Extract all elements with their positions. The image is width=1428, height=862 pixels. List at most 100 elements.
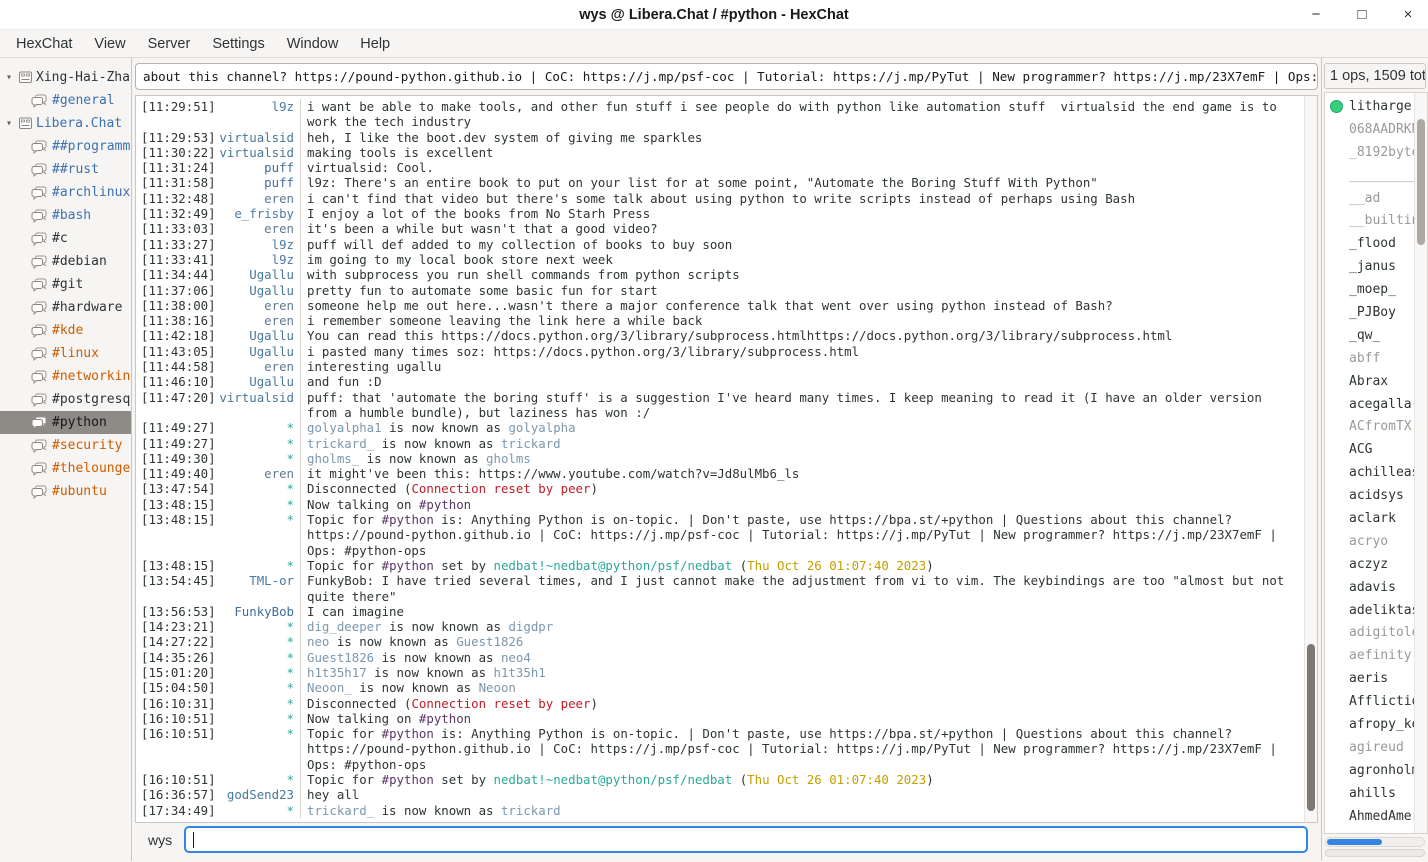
user-list-item[interactable]: _flood: [1325, 232, 1414, 255]
user-list-item[interactable]: Abrax: [1325, 370, 1414, 393]
timestamp: [11:37:06]: [136, 283, 208, 298]
tree-channel-bash[interactable]: #bash: [0, 204, 131, 227]
menu-view[interactable]: View: [83, 32, 136, 56]
user-list-item[interactable]: agronholm: [1325, 759, 1414, 782]
user-list-item[interactable]: agireud: [1325, 736, 1414, 759]
user-list-item[interactable]: _8192byte: [1325, 141, 1414, 164]
userlist-hscrollbar-thumb[interactable]: [1327, 839, 1382, 845]
user-list-item[interactable]: __ad: [1325, 187, 1414, 210]
user-list-item[interactable]: aczyz: [1325, 553, 1414, 576]
tree-channel-thelounge[interactable]: #thelounge: [0, 457, 131, 480]
dot-spacer: [1330, 718, 1343, 731]
message-segment: it's been a while but wasn't that a good…: [307, 221, 658, 236]
user-list-item[interactable]: acidsys: [1325, 484, 1414, 507]
channel-label: ##rust: [52, 162, 99, 177]
user-list-item[interactable]: litharge: [1325, 95, 1414, 118]
user-list-item[interactable]: afropy_ke: [1325, 713, 1414, 736]
message-segment: is now known as: [382, 420, 509, 435]
user-list-item[interactable]: 068AADRKN: [1325, 118, 1414, 141]
chat-line: [11:34:44]Ugalluwith subprocess you run …: [136, 267, 1303, 282]
message-link[interactable]: https://www.youtube.com/watch?v=Jd8ulMb6…: [479, 466, 800, 481]
event-marker: *: [208, 497, 300, 512]
message: Neoon_ is now known as Neoon: [300, 680, 1303, 695]
user-list-item[interactable]: _qw_: [1325, 324, 1414, 347]
tree-server-libera-chat[interactable]: ▾Libera.Chat: [0, 112, 131, 135]
menu-server[interactable]: Server: [137, 32, 202, 56]
user-nick: ahills: [1349, 786, 1396, 801]
tree-channel-general[interactable]: #general: [0, 89, 131, 112]
minimize-button[interactable]: −: [1308, 7, 1324, 23]
tree-channel-linux[interactable]: #linux: [0, 342, 131, 365]
userlist-scrollbar[interactable]: [1414, 93, 1427, 833]
chat-panel: [11:29:51]l9zi want be able to make tool…: [135, 95, 1318, 823]
tree-server-xing-hai-zhan[interactable]: ▾Xing-Hai-Zhan: [0, 66, 131, 89]
user-list-item[interactable]: aefinity: [1325, 644, 1414, 667]
nick: puff: [208, 175, 300, 190]
user-list-item[interactable]: ahills: [1325, 782, 1414, 805]
user-list-item[interactable]: ACfromTX: [1325, 415, 1414, 438]
tree-channel-python[interactable]: #python: [0, 411, 131, 434]
chat-scrollbar-thumb[interactable]: [1307, 644, 1315, 811]
chat-scrollbar[interactable]: [1304, 96, 1317, 822]
message-segment: virtualsid: Cool.: [307, 160, 434, 175]
user-list-item[interactable]: acryo: [1325, 530, 1414, 553]
close-button[interactable]: ×: [1400, 7, 1416, 23]
tree-channel-rust[interactable]: ##rust: [0, 158, 131, 181]
tree-channel-git[interactable]: #git: [0, 273, 131, 296]
event-marker: *: [208, 711, 300, 726]
timestamp: [13:48:15]: [136, 512, 208, 558]
user-list-item[interactable]: adavis: [1325, 576, 1414, 599]
tree-channel-hardware[interactable]: #hardware: [0, 296, 131, 319]
tree-channel-networking[interactable]: #networking: [0, 365, 131, 388]
user-list-item[interactable]: adigitole: [1325, 621, 1414, 644]
tree-channel-programming[interactable]: ##programming: [0, 135, 131, 158]
nick: eren: [208, 298, 300, 313]
menu-help[interactable]: Help: [349, 32, 401, 56]
tree-channel-archlinux[interactable]: #archlinux: [0, 181, 131, 204]
user-list-item[interactable]: _PJBoy: [1325, 301, 1414, 324]
topic-bar[interactable]: about this channel? https://pound-python…: [135, 63, 1318, 90]
user-list-item[interactable]: aclark: [1325, 507, 1414, 530]
menu-window[interactable]: Window: [276, 32, 350, 56]
message: puff will def added to my collection of …: [300, 237, 1303, 252]
user-list-item[interactable]: Affliction: [1325, 690, 1414, 713]
user-list-item[interactable]: achilleas: [1325, 461, 1414, 484]
message-link[interactable]: https://docs.python.org/3/library/subpro…: [494, 344, 860, 359]
user-list-item[interactable]: abff: [1325, 347, 1414, 370]
maximize-button[interactable]: □: [1354, 7, 1370, 23]
user-list-item[interactable]: aeris: [1325, 667, 1414, 690]
tree-channel-kde[interactable]: #kde: [0, 319, 131, 342]
tree-channel-c[interactable]: #c: [0, 227, 131, 250]
user-list-item[interactable]: ACG: [1325, 438, 1414, 461]
message-link[interactable]: https://docs.python.org/3/library/subpro…: [441, 328, 1172, 343]
message-input[interactable]: [184, 826, 1308, 853]
userlist-hscrollbar[interactable]: [1325, 837, 1425, 847]
dot-spacer: [1330, 810, 1343, 823]
user-list-item[interactable]: _janus: [1325, 255, 1414, 278]
user-list-item[interactable]: adeliktas: [1325, 599, 1414, 622]
channel-icon: [31, 186, 47, 200]
message: Now talking on #python: [300, 497, 1303, 512]
chat-line: [11:32:49]e_frisbyI enjoy a lot of the b…: [136, 206, 1303, 221]
menu-settings[interactable]: Settings: [201, 32, 275, 56]
expander-icon[interactable]: ▾: [3, 72, 15, 83]
userlist-scrollbar-thumb[interactable]: [1417, 119, 1425, 245]
tree-channel-debian[interactable]: #debian: [0, 250, 131, 273]
user-list-item[interactable]: __________: [1325, 164, 1414, 187]
tree-channel-ubuntu[interactable]: #ubuntu: [0, 480, 131, 503]
menu-hexchat[interactable]: HexChat: [5, 32, 83, 56]
user-list-item[interactable]: acegalla-: [1325, 393, 1414, 416]
dot-spacer: [1330, 672, 1343, 685]
message-segment: interesting ugallu: [307, 359, 441, 374]
user-list-item[interactable]: __builtin: [1325, 209, 1414, 232]
channel-label: #archlinux: [52, 185, 130, 200]
dot-spacer: [1330, 352, 1343, 365]
user-list-item[interactable]: _moep_: [1325, 278, 1414, 301]
user-list-item[interactable]: AhmedAmer: [1325, 805, 1414, 828]
channel-icon: [31, 232, 47, 246]
expander-icon[interactable]: ▾: [3, 118, 15, 129]
tree-channel-postgresql[interactable]: #postgresql: [0, 388, 131, 411]
dot-spacer: [1330, 489, 1343, 502]
tree-channel-security[interactable]: #security: [0, 434, 131, 457]
chat-line: [16:10:31]*Disconnected (Connection rese…: [136, 696, 1303, 711]
